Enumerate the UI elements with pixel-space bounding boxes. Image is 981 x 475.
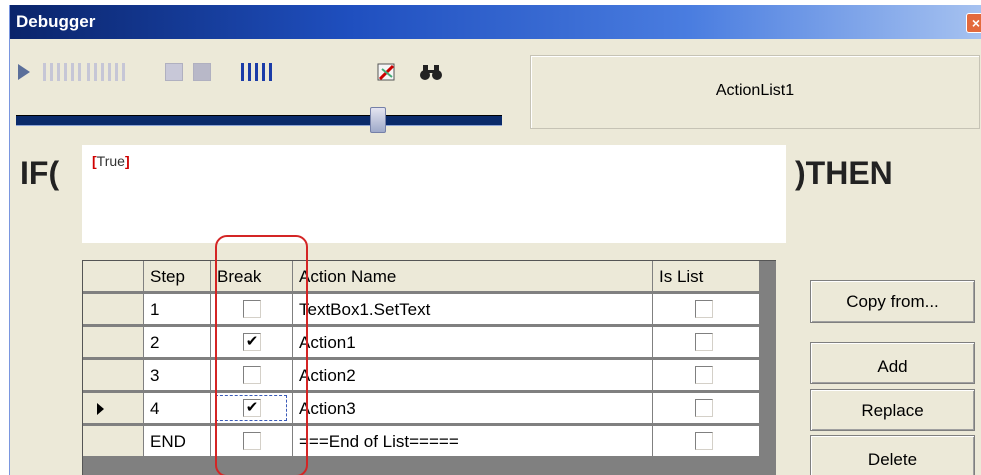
column-header-action-name[interactable]: Action Name <box>293 261 653 292</box>
row-header[interactable] <box>83 393 144 424</box>
is-list-checkbox[interactable] <box>695 300 713 318</box>
delete-button[interactable]: Delete <box>810 435 975 475</box>
is-list-cell[interactable] <box>653 426 760 457</box>
action-list-name: ActionList1 <box>715 82 795 99</box>
title-bar[interactable]: Debugger × <box>10 5 981 39</box>
stop-icon[interactable] <box>192 59 212 85</box>
action-list-panel: ActionList1 <box>530 55 980 129</box>
step-cell[interactable]: 2 <box>144 327 211 358</box>
toolbar <box>14 43 514 101</box>
action-grid: Step Break Action Name Is List 1 TextBox… <box>82 260 776 475</box>
current-row-arrow-icon <box>97 403 104 415</box>
is-list-cell[interactable] <box>653 393 760 424</box>
replace-button[interactable]: Replace <box>810 389 975 431</box>
table-row[interactable]: 2 ✔ Action1 <box>83 327 776 359</box>
row-header[interactable] <box>83 426 144 457</box>
progress-slider-track[interactable] <box>16 115 502 126</box>
find-icon[interactable] <box>418 59 444 85</box>
row-header[interactable] <box>83 294 144 325</box>
condition-text: [True] <box>92 153 130 169</box>
action-name-cell[interactable]: ===End of List===== <box>293 426 653 457</box>
progress-slider-thumb[interactable] <box>370 107 386 133</box>
is-list-checkbox[interactable] <box>695 432 713 450</box>
close-icon[interactable]: × <box>966 13 981 33</box>
step-over-icon[interactable] <box>86 59 126 85</box>
row-header[interactable] <box>83 327 144 358</box>
is-list-cell[interactable] <box>653 360 760 391</box>
row-header-corner <box>83 261 144 292</box>
table-row[interactable]: 4 ✔ Action3 <box>83 393 776 425</box>
play-icon[interactable] <box>14 59 34 85</box>
table-row[interactable]: 1 TextBox1.SetText <box>83 294 776 326</box>
add-button[interactable]: Add <box>810 342 975 384</box>
break-column-highlight <box>215 235 308 475</box>
condition-value: True <box>96 153 125 169</box>
step-cell[interactable]: 1 <box>144 294 211 325</box>
column-header-step[interactable]: Step <box>144 261 211 292</box>
window-title: Debugger <box>16 12 96 31</box>
step-back-icon[interactable] <box>164 59 184 85</box>
is-list-checkbox[interactable] <box>695 399 713 417</box>
column-header-is-list[interactable]: Is List <box>653 261 760 292</box>
step-icon[interactable] <box>42 59 82 85</box>
is-list-cell[interactable] <box>653 327 760 358</box>
action-name-cell[interactable]: Action3 <box>293 393 653 424</box>
is-list-cell[interactable] <box>653 294 760 325</box>
action-name-cell[interactable]: Action2 <box>293 360 653 391</box>
grid-header-row: Step Break Action Name Is List <box>83 261 776 293</box>
step-cell[interactable]: 4 <box>144 393 211 424</box>
debugger-window: Debugger × ActionList1 IF( [True] )THEN … <box>9 5 981 475</box>
condition-box[interactable]: [True] <box>82 145 786 243</box>
condition-close-bracket: ] <box>124 153 130 169</box>
action-name-cell[interactable]: Action1 <box>293 327 653 358</box>
is-list-checkbox[interactable] <box>695 366 713 384</box>
row-header[interactable] <box>83 360 144 391</box>
is-list-checkbox[interactable] <box>695 333 713 351</box>
if-label: IF( <box>20 155 60 191</box>
clear-icon[interactable] <box>374 59 400 85</box>
copy-from-button[interactable]: Copy from... <box>810 280 975 323</box>
step-cell[interactable]: 3 <box>144 360 211 391</box>
table-row[interactable]: END ===End of List===== <box>83 426 776 458</box>
step-cell[interactable]: END <box>144 426 211 457</box>
breakpoints-icon[interactable] <box>224 59 288 85</box>
table-row[interactable]: 3 Action2 <box>83 360 776 392</box>
then-label: )THEN <box>795 155 893 191</box>
action-name-cell[interactable]: TextBox1.SetText <box>293 294 653 325</box>
